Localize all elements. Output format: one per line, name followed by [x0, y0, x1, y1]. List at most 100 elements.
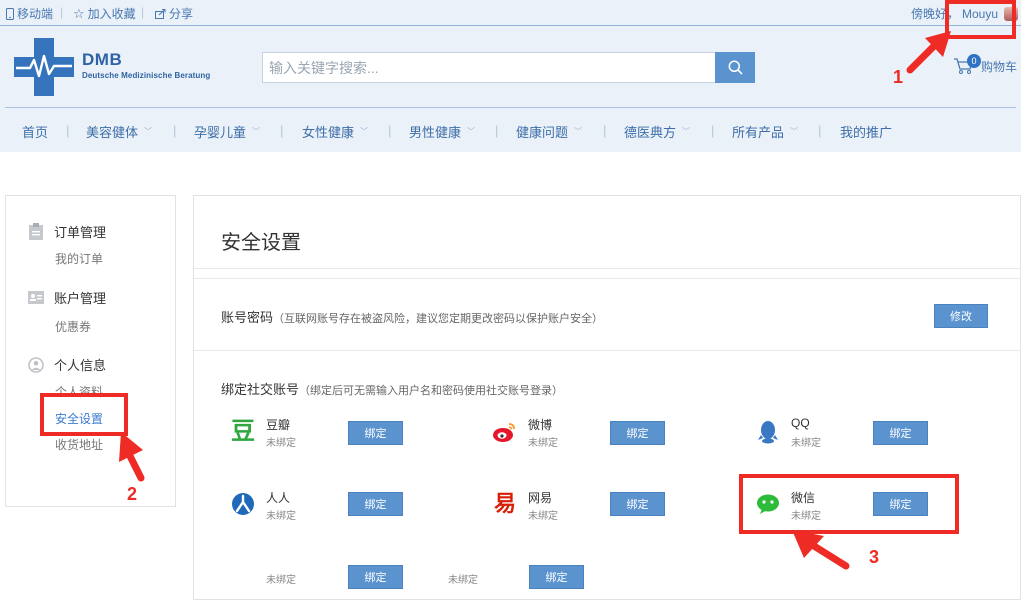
nav-item-women[interactable]: 女性健康 ﹀	[302, 122, 368, 141]
bind-social-button[interactable]: 绑定	[529, 565, 584, 589]
sidebar-item-address[interactable]: 收货地址	[55, 436, 103, 453]
bind-netease-button[interactable]: 绑定	[610, 492, 665, 516]
chevron-down-icon: ﹀	[252, 127, 261, 136]
social-status: 未绑定	[448, 575, 478, 586]
page-title: 安全设置	[221, 232, 301, 254]
nav-item-products[interactable]: 所有产品 ﹀	[732, 122, 798, 141]
nav-item-promotion[interactable]: 我的推广	[840, 122, 892, 141]
netease-icon: 易	[493, 491, 516, 516]
nav-label: 男性健康	[409, 125, 462, 140]
favorite-label: 加入收藏	[87, 7, 136, 21]
chevron-down-icon: ﹀	[144, 127, 153, 136]
social-name: QQ	[791, 416, 810, 430]
brand-subtitle: Deutsche Medizinische Beratung	[82, 71, 211, 80]
nav-item-beauty[interactable]: 美容健体 ﹀	[86, 122, 152, 141]
nav-label: 德医典方	[624, 125, 677, 140]
social-label: 绑定社交账号	[221, 382, 300, 397]
mobile-label: 移动端	[17, 7, 54, 21]
password-note: （互联网账号存在被盗风险，建议您定期更改密码以保护账户安全）	[273, 313, 604, 325]
sidebar-section-account: 账户管理	[28, 288, 106, 307]
bind-weibo-button[interactable]: 绑定	[610, 421, 665, 445]
qq-icon	[755, 419, 781, 445]
nav-divider: |	[173, 123, 177, 138]
sidebar-section-title: 订单管理	[54, 225, 107, 240]
sidebar-section-title: 个人信息	[54, 358, 107, 373]
nav-divider: |	[495, 123, 499, 138]
social-status: 未绑定	[266, 511, 296, 522]
nav-divider: |	[711, 123, 715, 138]
nav-label: 女性健康	[302, 125, 355, 140]
brand-wordmark[interactable]: DMB Deutsche Medizinische Beratung	[82, 50, 210, 80]
social-status: 未绑定	[266, 575, 296, 586]
annotation-arrow-1-icon	[906, 31, 951, 74]
favorite-link[interactable]: ☆ 加入收藏	[73, 5, 136, 22]
change-password-button[interactable]: 修改	[934, 304, 988, 328]
chevron-down-icon: ﹀	[360, 127, 369, 136]
nav-divider: |	[603, 123, 607, 138]
social-name: 微博	[528, 418, 553, 432]
douban-icon: 豆	[231, 418, 255, 445]
cart-count-badge: 0	[967, 54, 981, 68]
topbar-divider: |	[60, 5, 64, 19]
nav-divider: |	[280, 123, 284, 138]
nav-item-men[interactable]: 男性健康 ﹀	[409, 122, 475, 141]
bind-social-button[interactable]: 绑定	[348, 565, 403, 589]
annotation-box-wechat	[739, 474, 959, 534]
weibo-icon	[492, 419, 518, 445]
nav-item-baby[interactable]: 孕婴儿童 ﹀	[194, 122, 260, 141]
nav-item-health[interactable]: 健康问题 ﹀	[516, 122, 582, 141]
social-name: 网易	[528, 491, 553, 505]
id-card-icon	[28, 291, 44, 304]
bind-douban-button[interactable]: 绑定	[348, 421, 403, 445]
sidebar-section-title: 账户管理	[54, 291, 107, 306]
cart-link[interactable]: 0 购物车	[953, 54, 1018, 75]
annotation-arrow-2-icon	[119, 432, 145, 482]
social-status: 未绑定	[528, 511, 558, 522]
annotation-arrow-3-icon	[792, 530, 850, 570]
password-section-label: 账号密码（互联网账号存在被盗风险，建议您定期更改密码以保护账户安全）	[221, 307, 603, 326]
social-status: 未绑定	[528, 438, 558, 449]
topbar-divider: |	[141, 5, 145, 19]
cart-label: 购物车	[981, 59, 1018, 74]
star-icon: ☆	[73, 5, 85, 21]
annotation-number: 3	[869, 547, 880, 567]
share-label: 分享	[169, 7, 194, 21]
chevron-down-icon: ﹀	[467, 127, 476, 136]
bind-qq-button[interactable]: 绑定	[873, 421, 928, 445]
nav-label: 美容健体	[86, 125, 139, 140]
social-status: 未绑定	[791, 438, 821, 449]
mobile-link[interactable]: 移动端	[6, 5, 53, 22]
social-name: 人人	[266, 491, 291, 505]
bind-renren-button[interactable]: 绑定	[348, 492, 403, 516]
main-nav: 首页 | 美容健体 ﹀ | 孕婴儿童 ﹀ | 女性健康 ﹀ | 男性健康 ﹀ | 健康问…	[0, 122, 1021, 140]
divider	[194, 268, 1021, 269]
search-button[interactable]	[715, 52, 755, 83]
nav-item-home[interactable]: 首页	[22, 122, 48, 141]
security-settings-panel: 安全设置 账号密码（互联网账号存在被盗风险，建议您定期更改密码以保护账户安全） …	[193, 195, 1021, 600]
nav-divider	[5, 107, 1016, 108]
nav-label: 所有产品	[732, 125, 785, 140]
dmb-logo-icon[interactable]	[14, 38, 74, 96]
share-icon	[155, 8, 166, 19]
nav-label: 孕婴儿童	[194, 125, 247, 140]
sidebar-section-orders: 订单管理	[28, 222, 106, 241]
renren-icon	[230, 491, 256, 517]
nav-divider: |	[818, 123, 822, 138]
annotation-number: 1	[893, 67, 904, 87]
sidebar-item-coupons[interactable]: 优惠券	[55, 318, 91, 335]
annotation-box-security	[40, 393, 128, 436]
search-input[interactable]	[262, 52, 716, 83]
share-link[interactable]: 分享	[155, 5, 193, 22]
search-icon	[728, 60, 743, 75]
annotation-box-username	[945, 0, 1016, 39]
nav-item-recipes[interactable]: 德医典方 ﹀	[624, 122, 690, 141]
chevron-down-icon: ﹀	[790, 127, 799, 136]
clipboard-icon	[29, 223, 43, 240]
sidebar-item-my-orders[interactable]: 我的订单	[55, 250, 103, 267]
top-bar: 移动端 | ☆ 加入收藏 | 分享 傍晚好， Mouyu	[0, 0, 1021, 26]
sidebar-section-personal: 个人信息	[28, 355, 106, 374]
chevron-down-icon: ﹀	[682, 127, 691, 136]
nav-label: 健康问题	[516, 125, 569, 140]
nav-divider: |	[388, 123, 392, 138]
annotation-number: 2	[127, 484, 138, 504]
